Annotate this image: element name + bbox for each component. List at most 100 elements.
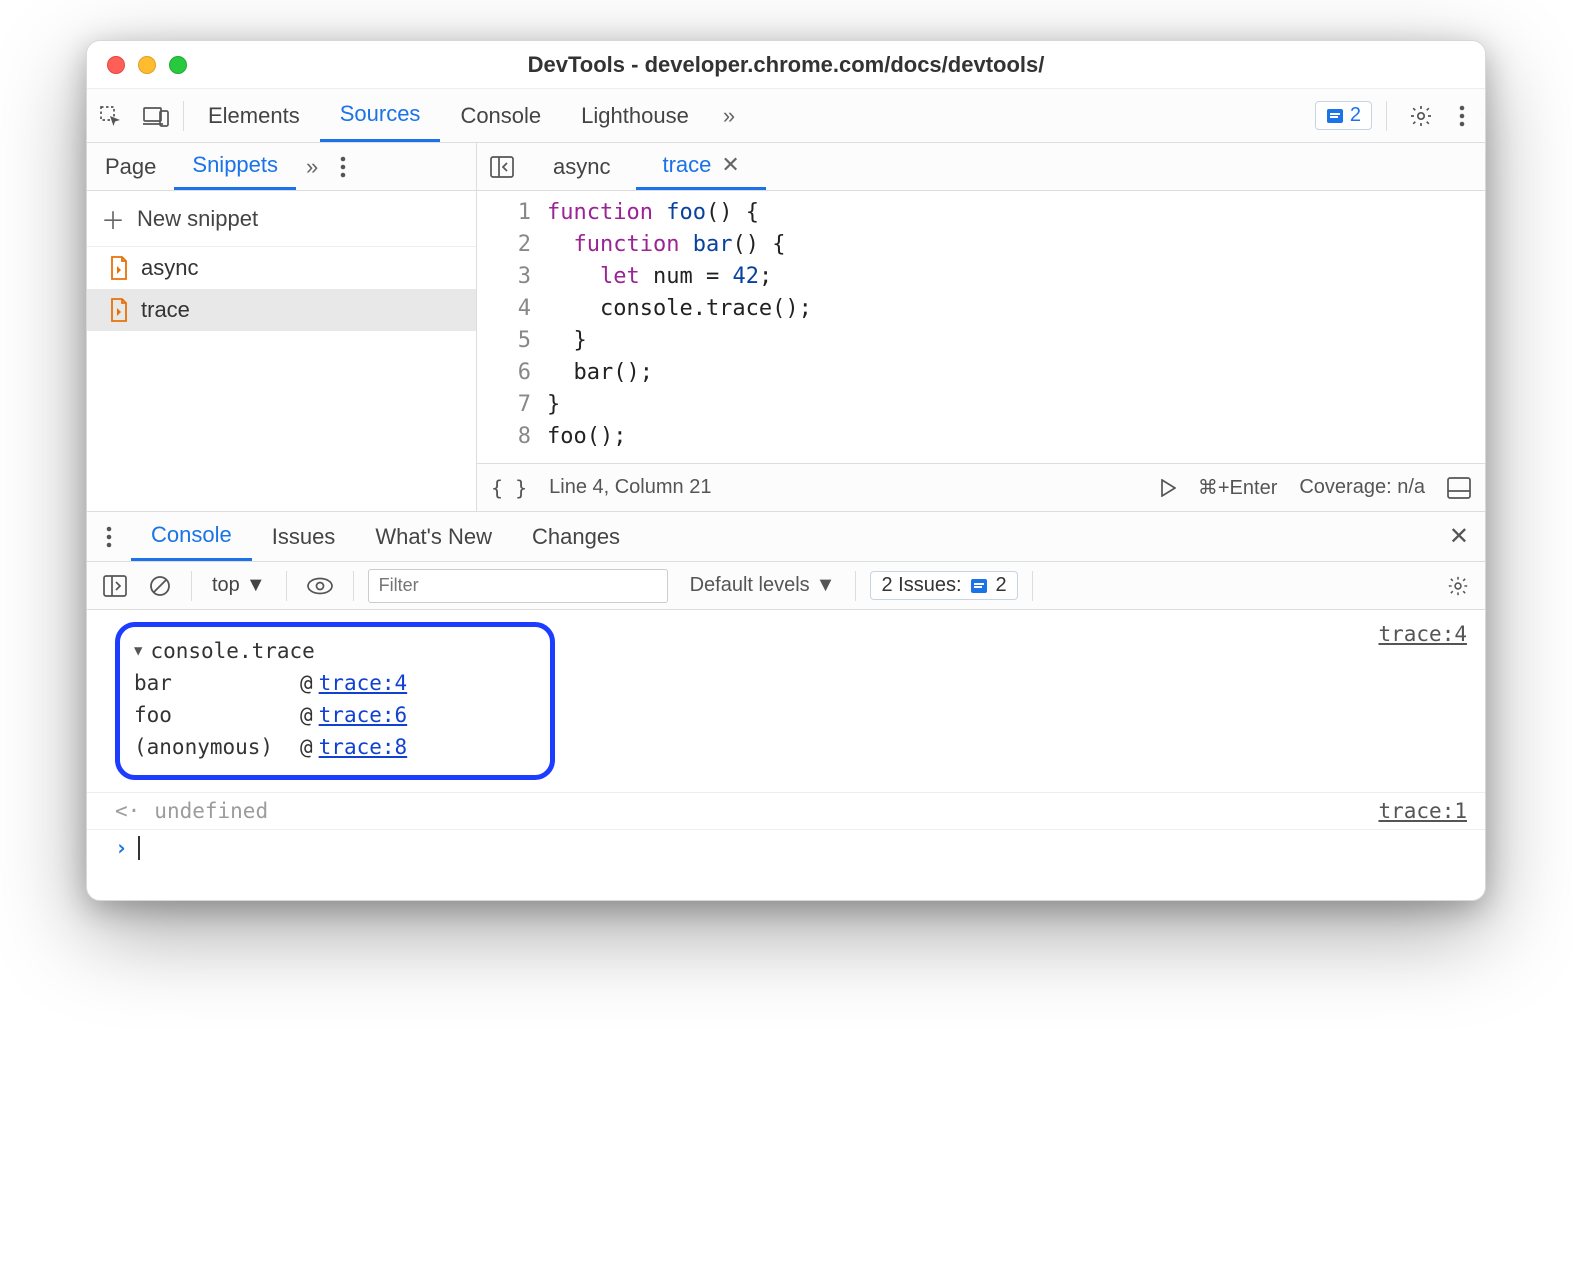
navigator-tab-snippets[interactable]: Snippets — [174, 143, 296, 190]
tab-console[interactable]: Console — [440, 89, 561, 142]
cursor-position: Line 4, Column 21 — [549, 476, 711, 499]
console-filter-input[interactable] — [368, 569, 668, 603]
more-tabs-button[interactable]: » — [709, 103, 749, 129]
snippet-file-icon — [109, 298, 129, 322]
stack-frame-link[interactable]: trace:4 — [319, 671, 408, 695]
new-snippet-label: New snippet — [137, 206, 258, 232]
tab-elements[interactable]: Elements — [188, 89, 320, 142]
devtools-window: DevTools - developer.chrome.com/docs/dev… — [86, 40, 1486, 901]
stack-frame-function: (anonymous) — [134, 735, 294, 759]
drawer-tab-issues[interactable]: Issues — [252, 512, 356, 561]
dropdown-icon: ▼ — [816, 574, 836, 597]
console-trace-entry: trace:4 console.trace bar@trace:4foo@tra… — [87, 610, 1485, 793]
text-cursor — [138, 836, 140, 860]
console-settings-icon[interactable] — [1441, 575, 1475, 597]
code-editor[interactable]: 12345678 function foo() { function bar()… — [477, 191, 1485, 463]
stack-frame-function: foo — [134, 703, 294, 727]
trace-header[interactable]: console.trace — [134, 635, 536, 667]
at-symbol: @ — [300, 735, 313, 759]
tab-sources[interactable]: Sources — [320, 89, 441, 142]
navigator-more-tabs[interactable]: » — [296, 154, 328, 180]
editor-statusbar: { } Line 4, Column 21 ⌘+Enter Coverage: … — [477, 463, 1485, 511]
log-levels-selector[interactable]: Default levels ▼ — [684, 574, 842, 597]
run-snippet-icon[interactable] — [1160, 479, 1176, 497]
issues-count: 2 — [996, 574, 1007, 597]
snippet-name: trace — [141, 297, 190, 323]
drawer-tabs: Console Issues What's New Changes ✕ — [87, 512, 1485, 562]
source-link[interactable]: trace:1 — [1378, 799, 1467, 823]
navigator-more-options-icon[interactable] — [328, 156, 358, 178]
snippet-file-icon — [109, 256, 129, 280]
context-label: top — [212, 574, 240, 597]
toolbar-separator — [286, 571, 287, 601]
drawer-more-options-icon[interactable] — [87, 526, 131, 548]
toggle-navigator-icon[interactable] — [477, 156, 527, 178]
snippet-item-trace[interactable]: trace — [87, 289, 476, 331]
inspect-element-icon[interactable] — [87, 89, 133, 142]
console-toolbar: top ▼ Default levels ▼ 2 Issues: 2 — [87, 562, 1485, 610]
issues-icon — [970, 577, 988, 595]
minimize-window-button[interactable] — [138, 56, 156, 74]
stack-frame-function: bar — [134, 671, 294, 695]
toggle-debugger-icon[interactable] — [1447, 477, 1471, 499]
context-selector[interactable]: top ▼ — [206, 574, 272, 597]
navigator-tabs: Page Snippets » — [87, 143, 476, 191]
window-title: DevTools - developer.chrome.com/docs/dev… — [87, 52, 1485, 78]
device-toolbar-icon[interactable] — [133, 89, 179, 142]
live-expression-icon[interactable] — [301, 577, 339, 595]
settings-icon[interactable] — [1401, 104, 1441, 128]
snippet-item-async[interactable]: async — [87, 247, 476, 289]
console-issues-button[interactable]: 2 Issues: 2 — [870, 571, 1017, 600]
editor-tabs: async trace ✕ — [477, 143, 1485, 191]
console-return-row: <· undefined trace:1 — [87, 793, 1485, 830]
navigator-tab-page[interactable]: Page — [87, 143, 174, 190]
return-arrow-icon: <· — [115, 799, 140, 823]
close-window-button[interactable] — [107, 56, 125, 74]
snippet-list: async trace — [87, 247, 476, 331]
toolbar-separator — [191, 571, 192, 601]
editor-tab-label: trace — [662, 152, 711, 178]
sources-panel: Page Snippets » ＋ New snippet async — [87, 143, 1485, 512]
editor-tab-label: async — [553, 154, 610, 180]
toolbar-left — [87, 89, 188, 142]
code-content: function foo() { function bar() { let nu… — [547, 197, 1485, 453]
navigator-sidebar: Page Snippets » ＋ New snippet async — [87, 143, 477, 511]
at-symbol: @ — [300, 671, 313, 695]
editor-tab-trace[interactable]: trace ✕ — [636, 143, 765, 190]
snippet-name: async — [141, 255, 198, 281]
toolbar-separator — [855, 571, 856, 601]
console-prompt[interactable]: › — [87, 830, 1485, 900]
stack-frame: (anonymous)@trace:8 — [134, 731, 536, 763]
stack-frame-link[interactable]: trace:6 — [319, 703, 408, 727]
editor-area: async trace ✕ 12345678 function foo() { … — [477, 143, 1485, 511]
titlebar: DevTools - developer.chrome.com/docs/dev… — [87, 41, 1485, 89]
pretty-print-icon[interactable]: { } — [491, 476, 527, 500]
tab-lighthouse[interactable]: Lighthouse — [561, 89, 709, 142]
toolbar-separator — [353, 571, 354, 601]
new-snippet-button[interactable]: ＋ New snippet — [87, 191, 476, 247]
drawer: Console Issues What's New Changes ✕ top … — [87, 512, 1485, 900]
stack-frame-link[interactable]: trace:8 — [319, 735, 408, 759]
at-symbol: @ — [300, 703, 313, 727]
drawer-tab-changes[interactable]: Changes — [512, 512, 640, 561]
source-link[interactable]: trace:4 — [1378, 622, 1467, 646]
maximize-window-button[interactable] — [169, 56, 187, 74]
levels-label: Default levels — [690, 574, 810, 597]
close-tab-icon[interactable]: ✕ — [721, 152, 739, 178]
dropdown-icon: ▼ — [246, 574, 266, 597]
drawer-tab-whats-new[interactable]: What's New — [355, 512, 512, 561]
plus-icon: ＋ — [101, 201, 125, 236]
clear-console-icon[interactable] — [143, 575, 177, 597]
traffic-lights — [87, 56, 187, 74]
issues-count: 2 — [1350, 104, 1361, 127]
toggle-console-sidebar-icon[interactable] — [97, 575, 133, 597]
editor-tab-async[interactable]: async — [527, 143, 636, 190]
stack-frame: foo@trace:6 — [134, 699, 536, 731]
toolbar-separator — [1386, 101, 1387, 131]
drawer-tab-console[interactable]: Console — [131, 512, 252, 561]
issues-indicator[interactable]: 2 — [1315, 101, 1372, 130]
trace-highlight-box: console.trace bar@trace:4foo@trace:6(ano… — [115, 622, 555, 780]
close-drawer-icon[interactable]: ✕ — [1433, 522, 1485, 551]
more-options-icon[interactable] — [1451, 105, 1473, 127]
main-toolbar: Elements Sources Console Lighthouse » 2 — [87, 89, 1485, 143]
